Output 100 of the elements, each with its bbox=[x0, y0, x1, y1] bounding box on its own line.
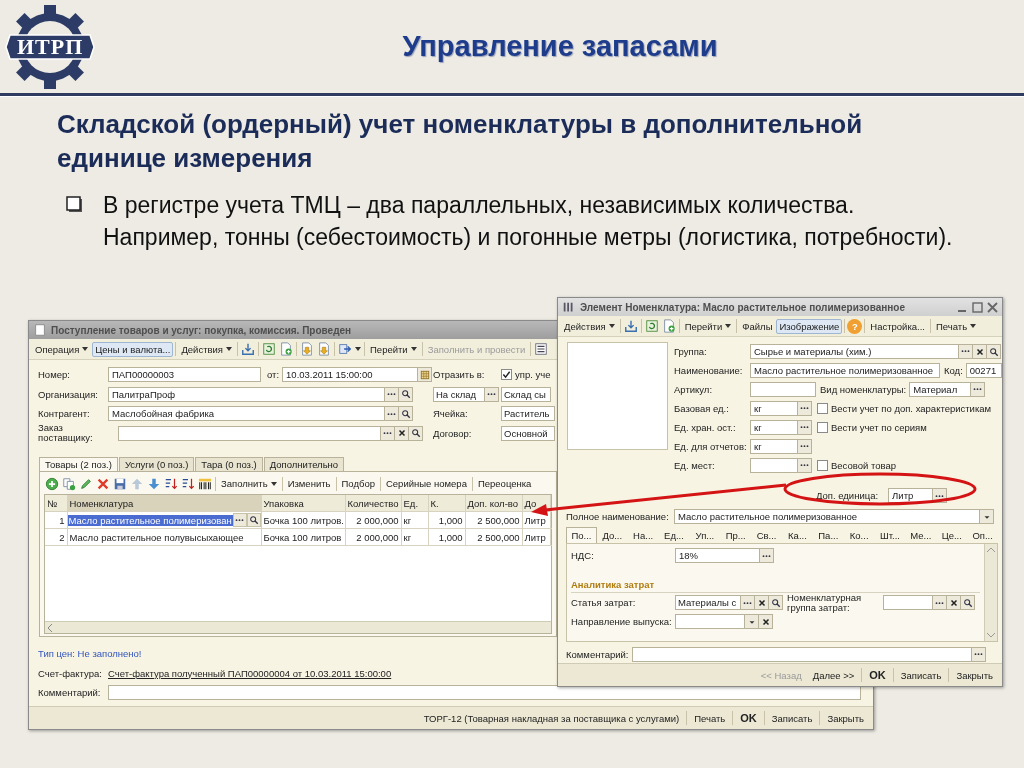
clear-button[interactable] bbox=[759, 614, 773, 630]
close-icon[interactable] bbox=[987, 301, 998, 313]
toolbar-button[interactable]: Настройка... bbox=[867, 318, 928, 334]
table-cell[interactable]: Масло растительное полимеризован bbox=[67, 514, 233, 526]
search-button[interactable] bbox=[987, 344, 1001, 359]
text-field[interactable]: Масло растительное полимеризованное bbox=[750, 363, 940, 378]
tab[interactable]: Пр... bbox=[720, 527, 752, 544]
text-field[interactable]: Раститель bbox=[501, 406, 555, 422]
text-field[interactable]: Сырье и материалы (хим.) bbox=[750, 344, 959, 359]
column-header[interactable]: К. bbox=[428, 495, 465, 512]
clear-button[interactable] bbox=[947, 595, 961, 611]
select-button[interactable] bbox=[485, 386, 499, 402]
maximize-icon[interactable] bbox=[972, 301, 983, 313]
toolbar-icon-button[interactable] bbox=[533, 341, 550, 357]
text-field[interactable]: 00271 bbox=[965, 363, 1002, 378]
tab[interactable]: Ко... bbox=[843, 527, 875, 544]
select-button[interactable] bbox=[741, 595, 755, 611]
select-button[interactable] bbox=[971, 382, 986, 397]
clear-button[interactable] bbox=[973, 344, 987, 359]
toolbar-button[interactable]: Файлы bbox=[739, 318, 776, 334]
clear-button[interactable] bbox=[755, 595, 769, 611]
footer-button[interactable]: Закрыть bbox=[822, 710, 869, 726]
checkbox[interactable] bbox=[817, 422, 828, 433]
text-field[interactable] bbox=[108, 685, 861, 701]
text-field[interactable]: Материал bbox=[909, 382, 972, 397]
ok-button[interactable]: OK bbox=[864, 667, 891, 683]
column-header[interactable]: Упаковка bbox=[261, 495, 345, 512]
tab[interactable]: Це... bbox=[936, 527, 968, 544]
invoice-link[interactable]: Счет-фактура полученный ПАП00000004 от 10.03.2011 15:00:00 bbox=[108, 667, 392, 679]
tab[interactable]: По... bbox=[566, 527, 597, 544]
toolbar-icon-button[interactable] bbox=[337, 341, 362, 357]
column-header[interactable]: Количество bbox=[345, 495, 401, 512]
toolbar-button[interactable]: Серийные номера bbox=[382, 476, 470, 491]
tab[interactable]: Уп... bbox=[689, 527, 721, 544]
tab[interactable]: Товары (2 поз.) bbox=[39, 457, 118, 471]
footer-button[interactable]: ТОРГ-12 (Товарная накладная за поставщика с услугами) bbox=[418, 710, 685, 726]
text-field[interactable]: Материалы с bbox=[675, 595, 741, 611]
column-header[interactable]: Номенклатура bbox=[67, 495, 261, 512]
search-button[interactable] bbox=[961, 595, 975, 611]
text-field[interactable]: кг bbox=[750, 401, 798, 416]
search-button[interactable] bbox=[399, 406, 413, 422]
dropdown-button[interactable] bbox=[745, 614, 759, 630]
text-field[interactable]: ПАП00000003 bbox=[108, 367, 261, 383]
menu-button[interactable]: Заполнить bbox=[218, 476, 280, 491]
footer-button[interactable]: Записать bbox=[895, 667, 947, 683]
text-field[interactable] bbox=[883, 595, 933, 611]
tab[interactable]: На... bbox=[627, 527, 659, 544]
text-field[interactable] bbox=[750, 458, 798, 473]
select-button[interactable] bbox=[959, 344, 973, 359]
tab[interactable]: До... bbox=[596, 527, 628, 544]
menu-button[interactable]: Перейти bbox=[367, 341, 420, 357]
text-field[interactable] bbox=[632, 646, 972, 662]
select-button[interactable] bbox=[760, 548, 774, 564]
text-field[interactable] bbox=[675, 614, 745, 630]
footer-button[interactable]: Далее >> bbox=[807, 667, 860, 683]
select-button[interactable] bbox=[972, 646, 986, 662]
scrollbar[interactable] bbox=[45, 621, 551, 633]
footer-button[interactable]: Записать bbox=[766, 710, 818, 726]
text-field[interactable]: Склад сы bbox=[501, 386, 551, 402]
text-field[interactable]: кг bbox=[750, 420, 798, 435]
footer-button[interactable]: Печать bbox=[689, 710, 731, 726]
tab[interactable]: Ме... bbox=[905, 527, 937, 544]
text-field[interactable]: ПалитраПроф bbox=[108, 386, 385, 402]
scrollbar[interactable] bbox=[984, 544, 997, 642]
toolbar-button[interactable]: Подбор bbox=[338, 476, 378, 491]
menu-button[interactable]: Операция bbox=[32, 341, 92, 357]
tab[interactable]: Ка... bbox=[782, 527, 813, 544]
toolbar-button[interactable]: Изображение bbox=[776, 318, 843, 334]
select-button[interactable] bbox=[798, 420, 812, 435]
tab[interactable]: Св... bbox=[751, 527, 782, 544]
tab[interactable]: Шт... bbox=[874, 527, 906, 544]
text-field[interactable]: 18% bbox=[675, 548, 760, 564]
text-field[interactable]: Основной bbox=[501, 425, 555, 441]
text-field[interactable]: 10.03.2011 15:00:00 bbox=[282, 367, 419, 383]
column-header[interactable]: № bbox=[45, 495, 67, 512]
clear-button[interactable] bbox=[395, 425, 409, 441]
search-button[interactable] bbox=[399, 386, 413, 402]
column-header[interactable]: Доп. кол-во bbox=[465, 495, 522, 512]
tab[interactable]: Дополнительно bbox=[263, 457, 345, 471]
toolbar-button[interactable]: Переоценка bbox=[474, 476, 535, 491]
text-field[interactable] bbox=[118, 425, 381, 441]
tab[interactable]: Оп... bbox=[967, 527, 999, 544]
tab[interactable]: Тара (0 поз.) bbox=[195, 457, 263, 471]
tab[interactable]: Ед... bbox=[658, 527, 690, 544]
search-button[interactable] bbox=[409, 425, 423, 441]
calendar-button[interactable] bbox=[418, 367, 433, 383]
text-field[interactable]: кг bbox=[750, 439, 798, 454]
dropdown-button[interactable] bbox=[980, 509, 994, 524]
menu-button[interactable]: Действия bbox=[561, 318, 618, 334]
select-button[interactable] bbox=[798, 458, 812, 473]
select-button[interactable] bbox=[385, 406, 399, 422]
footer-button[interactable]: Закрыть bbox=[951, 667, 998, 683]
text-field[interactable] bbox=[750, 382, 816, 397]
menu-button[interactable]: Перейти bbox=[681, 318, 735, 334]
toolbar-button[interactable]: Изменить bbox=[284, 476, 334, 491]
text-field[interactable]: Масло растительное полимеризованное bbox=[674, 509, 980, 524]
checkbox[interactable] bbox=[501, 369, 512, 381]
price-type-link[interactable]: Тип цен: Не заполнено! bbox=[38, 648, 142, 660]
column-header[interactable]: Ед. bbox=[401, 495, 428, 512]
text-field[interactable]: Маслобойная фабрика bbox=[108, 406, 385, 422]
